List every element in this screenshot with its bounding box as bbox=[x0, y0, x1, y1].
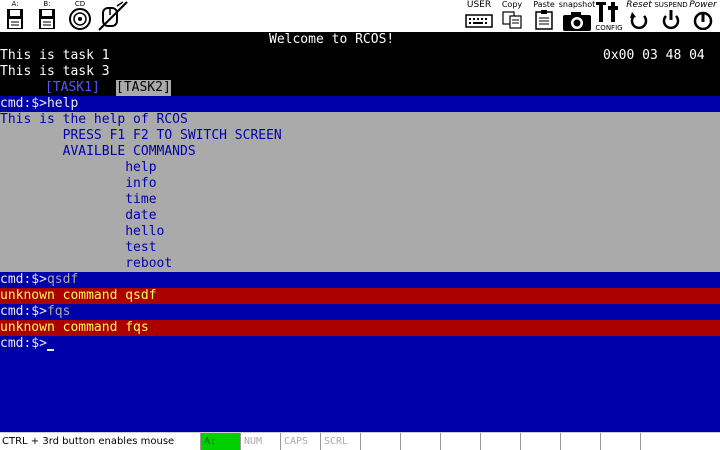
reset-button[interactable]: Reset bbox=[624, 0, 654, 32]
power-button[interactable]: Power bbox=[686, 0, 720, 32]
user-label: USER bbox=[466, 0, 492, 10]
status-message: CTRL + 3rd button enables mouse bbox=[2, 436, 175, 447]
prompt: cmd:$> bbox=[0, 304, 47, 319]
suspend-icon bbox=[662, 10, 680, 30]
copy-label: Copy bbox=[501, 0, 523, 9]
status-cell bbox=[520, 433, 560, 450]
suspend-button[interactable]: SUSPEND bbox=[654, 0, 688, 32]
prompt: cmd:$> bbox=[0, 96, 47, 111]
num-lock-indicator: NUM bbox=[240, 433, 280, 450]
cdrom-icon bbox=[69, 8, 91, 30]
help-line: hello bbox=[0, 224, 720, 240]
drive-indicator: A: bbox=[200, 433, 240, 450]
config-icon bbox=[596, 2, 618, 22]
power-icon bbox=[693, 11, 713, 30]
mouse-disabled-icon bbox=[98, 1, 128, 31]
floppy-b-button[interactable]: B: bbox=[34, 0, 60, 32]
error-line: unknown command qsdf bbox=[0, 288, 720, 304]
help-line: help bbox=[0, 160, 720, 176]
help-line: AVAILBLE COMMANDS bbox=[0, 144, 720, 160]
status-cell bbox=[400, 433, 440, 450]
copy-icon bbox=[502, 11, 522, 29]
title-row: Welcome to RCOS! bbox=[0, 32, 720, 48]
cdrom-button[interactable]: CD bbox=[66, 0, 94, 32]
floppy-icon bbox=[39, 9, 55, 29]
suspend-label: SUSPEND bbox=[654, 1, 688, 9]
floppy-icon bbox=[7, 9, 23, 29]
prompt: cmd:$> bbox=[0, 272, 47, 287]
cdrom-label: CD bbox=[74, 0, 86, 8]
config-label: CONFIG bbox=[595, 24, 623, 32]
help-line: reboot bbox=[0, 256, 720, 272]
floppy-a-button[interactable]: A: bbox=[2, 0, 28, 32]
command-line: cmd:$>fqs bbox=[0, 304, 720, 320]
snapshot-label: snapshot bbox=[558, 0, 596, 9]
help-line: PRESS F1 F2 TO SWITCH SCREEN bbox=[0, 128, 720, 144]
reset-icon bbox=[630, 12, 648, 30]
task1-text: This is task 1 bbox=[0, 48, 110, 63]
command-text: fqs bbox=[46, 304, 71, 319]
tab-task1[interactable]: [TASK1] bbox=[45, 80, 100, 96]
command-line: cmd:$>help bbox=[0, 96, 720, 112]
command-text: qsdf bbox=[46, 272, 79, 287]
paste-label: Paste bbox=[533, 0, 555, 9]
help-line: This is the help of RCOS bbox=[0, 112, 720, 128]
task1-row: This is task 1 0x00 03 48 04 bbox=[0, 48, 720, 64]
task3-text: This is task 3 bbox=[0, 64, 110, 79]
copy-button[interactable]: Copy bbox=[498, 0, 526, 32]
config-button[interactable]: CONFIG bbox=[594, 0, 624, 32]
floppy-a-label: A: bbox=[11, 0, 19, 8]
error-line: unknown command fqs bbox=[0, 320, 720, 336]
paste-button[interactable]: Paste bbox=[530, 0, 558, 32]
help-line: test bbox=[0, 240, 720, 256]
status-cell bbox=[640, 433, 720, 450]
task3-row: This is task 3 bbox=[0, 64, 720, 80]
status-cell bbox=[360, 433, 400, 450]
clipboard-icon bbox=[535, 10, 553, 30]
reset-label: Reset bbox=[626, 0, 652, 10]
help-line: info bbox=[0, 176, 720, 192]
help-line: time bbox=[0, 192, 720, 208]
power-label: Power bbox=[689, 0, 717, 10]
task-tabs-row: [TASK1] [TASK2] bbox=[0, 80, 720, 96]
help-line: date bbox=[0, 208, 720, 224]
emulator-toolbar: A: B: CD USER Copy Paste snapshot CONFIG… bbox=[0, 0, 720, 32]
prompt: cmd:$> bbox=[0, 336, 47, 351]
console-title: Welcome to RCOS! bbox=[269, 32, 395, 47]
clock-readout: 0x00 03 48 04 bbox=[603, 48, 705, 63]
status-cell bbox=[600, 433, 640, 450]
keyboard-icon bbox=[465, 14, 493, 28]
snapshot-button[interactable]: snapshot bbox=[558, 0, 596, 32]
status-cell bbox=[480, 433, 520, 450]
user-button[interactable]: USER bbox=[464, 0, 494, 32]
floppy-b-label: B: bbox=[43, 0, 51, 8]
scroll-lock-indicator: SCRL bbox=[320, 433, 360, 450]
status-cell bbox=[560, 433, 600, 450]
tab-task2[interactable]: [TASK2] bbox=[116, 80, 171, 96]
caps-lock-indicator: CAPS bbox=[280, 433, 320, 450]
command-text: help bbox=[46, 96, 79, 111]
camera-icon bbox=[563, 12, 591, 31]
status-cell bbox=[440, 433, 480, 450]
mouse-capture-button[interactable] bbox=[96, 0, 130, 32]
text-cursor bbox=[46, 349, 54, 351]
console-screen[interactable]: Welcome to RCOS! This is task 1 0x00 03 … bbox=[0, 32, 720, 432]
command-line[interactable]: cmd:$> bbox=[0, 336, 720, 352]
status-bar: CTRL + 3rd button enables mouse A: NUM C… bbox=[0, 432, 720, 450]
command-line: cmd:$>qsdf bbox=[0, 272, 720, 288]
